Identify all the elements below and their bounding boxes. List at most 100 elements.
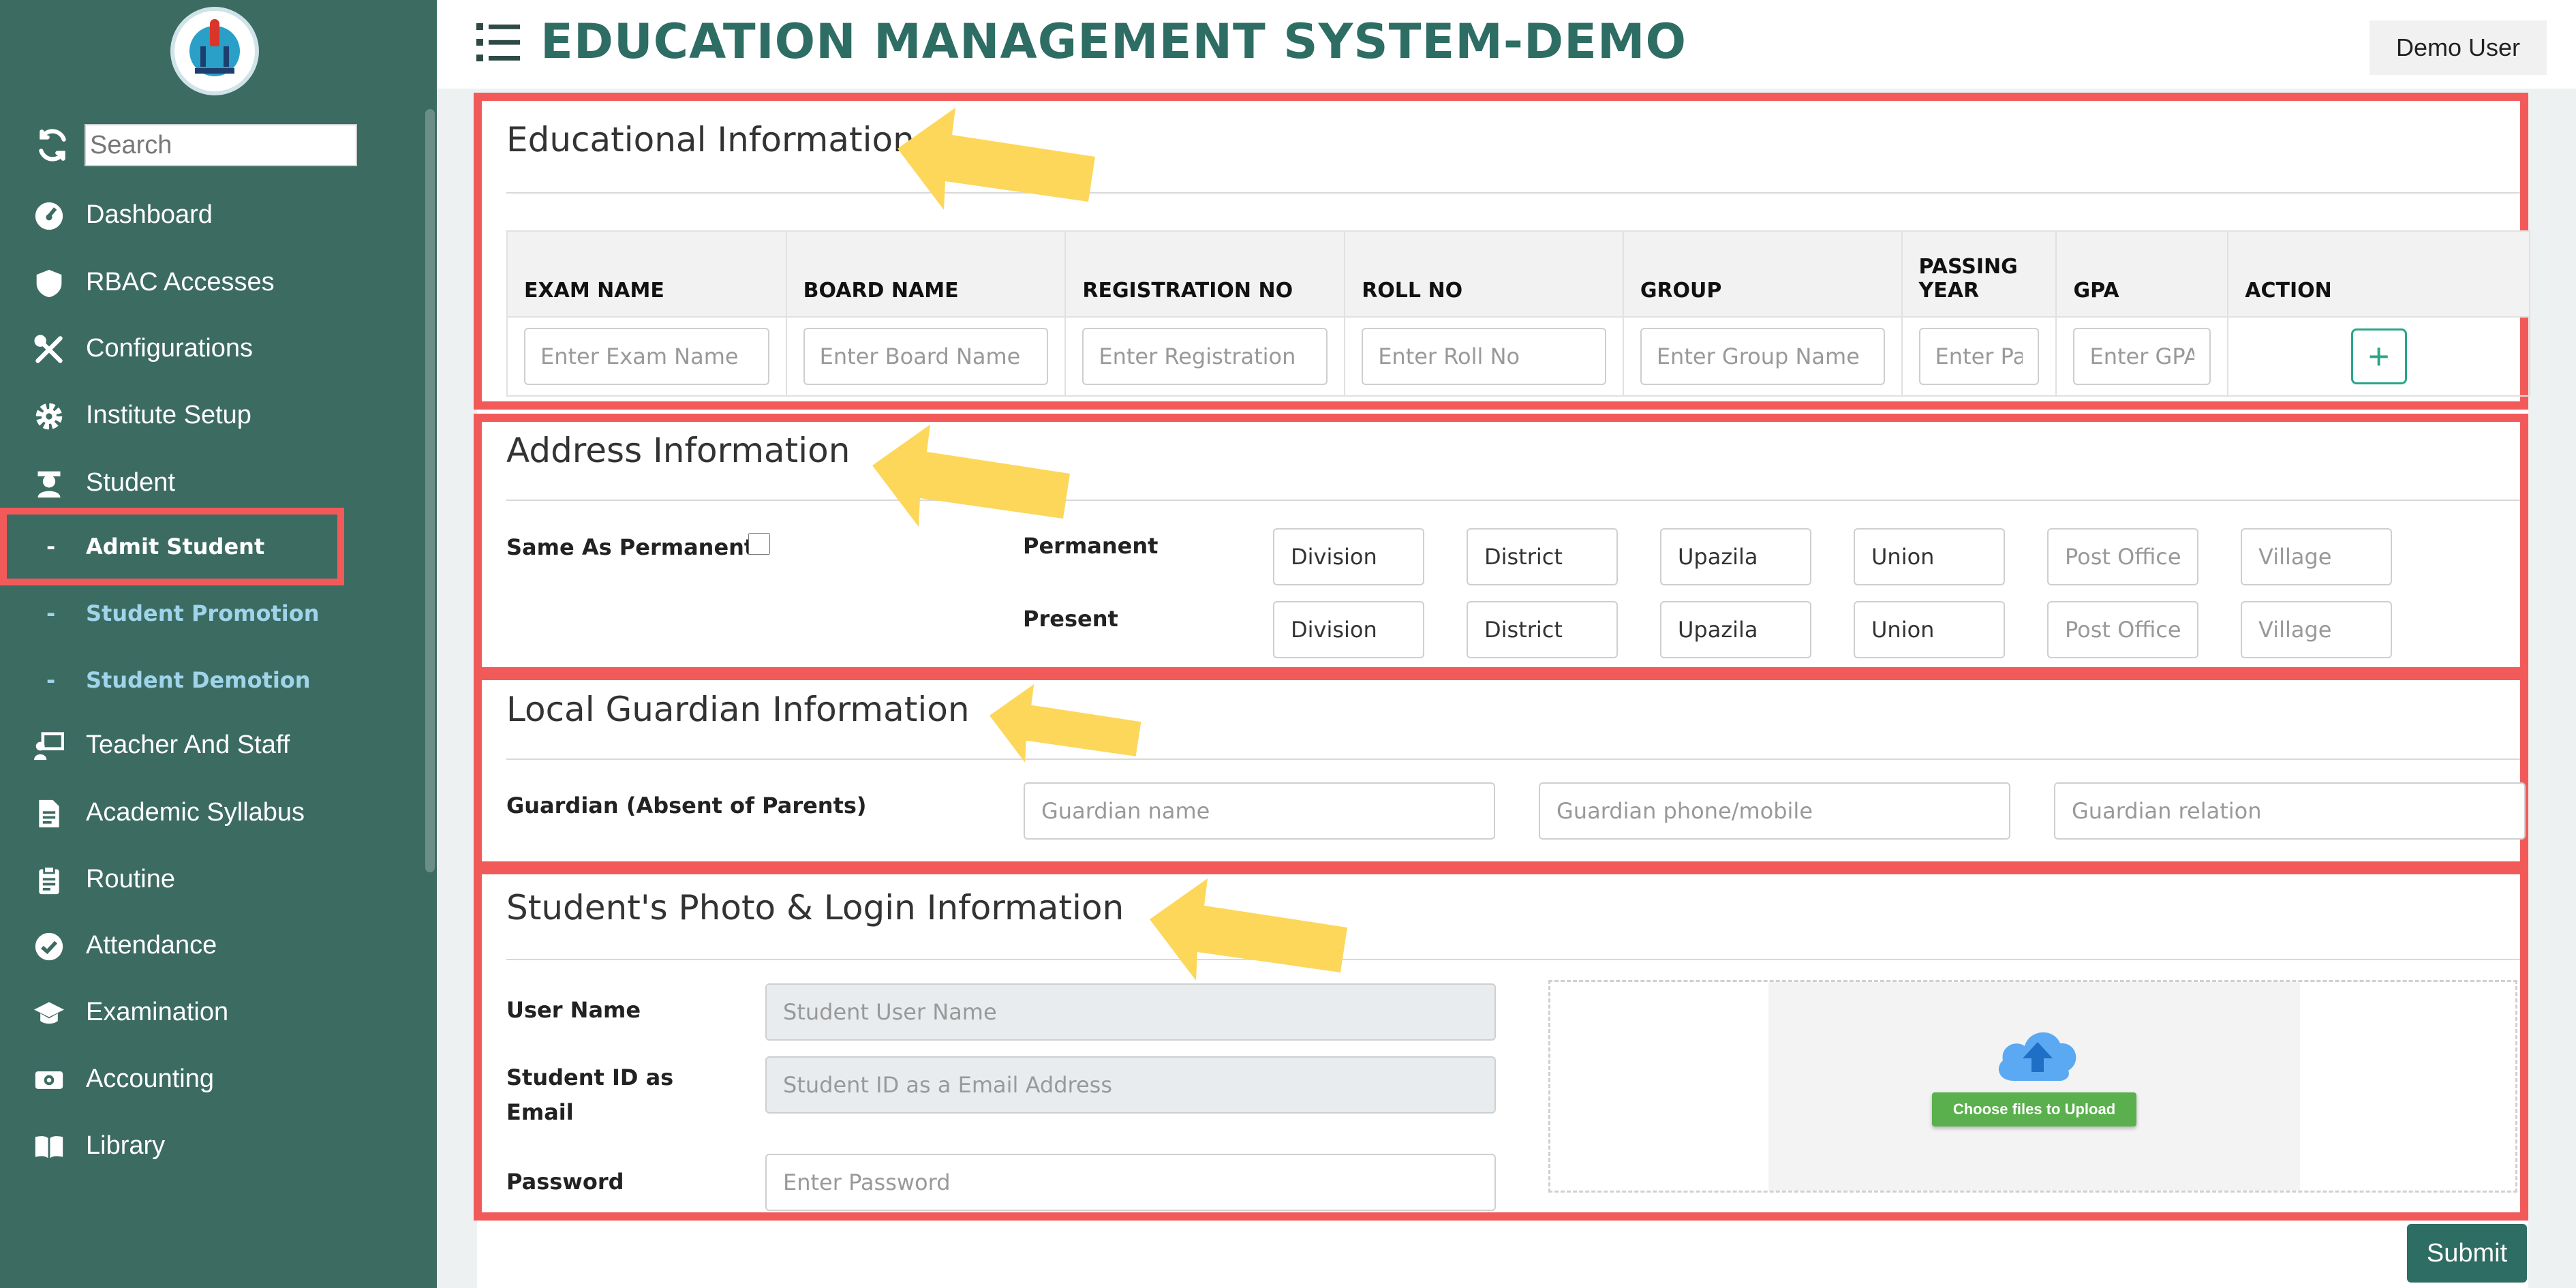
sidebar-item-label: Accounting	[86, 1064, 215, 1093]
add-row-button[interactable]: +	[2350, 328, 2407, 384]
passing-year-input[interactable]	[1918, 328, 2040, 385]
sidebar-item-label: RBAC Accesses	[86, 267, 275, 296]
sidebar-item-examination[interactable]: Examination	[0, 985, 437, 1039]
column-header: ROLL NO	[1344, 230, 1624, 318]
app-title: EDUCATION MANAGEMENT SYSTEM-DEMO	[540, 14, 1687, 70]
sub-item-label: Student Demotion	[86, 667, 311, 693]
gpa-input[interactable]	[2073, 328, 2211, 385]
sidebar-item-label: Library	[86, 1131, 166, 1160]
username-input[interactable]	[765, 983, 1496, 1041]
permanent-district-input[interactable]	[1467, 528, 1618, 585]
sidebar-item-label: Attendance	[86, 930, 217, 960]
sidebar-item-routine[interactable]: Routine	[0, 852, 437, 906]
table-row: +	[506, 316, 2530, 397]
sidebar-item-teacher-staff[interactable]: Teacher And Staff	[0, 718, 437, 772]
sidebar-subitem-student-promotion[interactable]: - Student Promotion	[0, 586, 437, 641]
guardian-name-input[interactable]	[1024, 782, 1495, 840]
section-divider	[506, 959, 2520, 960]
menu-list-icon[interactable]	[476, 22, 520, 63]
sidebar-item-institute-setup[interactable]: Institute Setup	[0, 388, 437, 442]
admit-student-highlight	[0, 508, 344, 585]
guardian-label: Guardian (Absent of Parents)	[506, 793, 867, 818]
sidebar-item-student[interactable]: Student	[0, 455, 437, 510]
sidebar-item-library[interactable]: Library	[0, 1118, 437, 1173]
search-row	[33, 121, 360, 169]
permanent-upazila-input[interactable]	[1660, 528, 1811, 585]
permanent-post-office-input[interactable]	[2047, 528, 2198, 585]
section-divider	[506, 192, 2520, 194]
username-label: User Name	[506, 997, 641, 1023]
callout-arrow-icon	[898, 108, 1095, 210]
present-post-office-input[interactable]	[2047, 601, 2198, 658]
section-divider	[506, 758, 2520, 760]
sidebar-item-configurations[interactable]: Configurations	[0, 321, 437, 375]
table-header-row: EXAM NAME BOARD NAME REGISTRATION NO ROL…	[506, 230, 2530, 318]
user-menu-button[interactable]: Demo User	[2370, 20, 2547, 75]
callout-arrow-icon	[990, 684, 1141, 763]
callout-arrow-icon	[872, 425, 1070, 527]
check-circle-icon	[35, 932, 63, 961]
permanent-division-input[interactable]	[1273, 528, 1424, 585]
column-header: ACTION	[2227, 230, 2530, 318]
section-divider	[506, 500, 2520, 501]
guardian-phone-input[interactable]	[1539, 782, 2010, 840]
callout-arrow-icon	[1150, 878, 1347, 981]
sidebar-scrollbar[interactable]	[425, 109, 435, 872]
sidebar-item-rbac[interactable]: RBAC Accesses	[0, 255, 437, 309]
group-name-input[interactable]	[1640, 328, 1885, 385]
present-union-input[interactable]	[1854, 601, 2005, 658]
refresh-icon[interactable]	[35, 128, 70, 162]
sidebar-item-dashboard[interactable]: Dashboard	[0, 187, 437, 242]
tools-icon	[34, 335, 63, 363]
column-header: GPA	[2055, 230, 2229, 318]
sidebar-item-attendance[interactable]: Attendance	[0, 918, 437, 972]
roll-no-input[interactable]	[1362, 328, 1606, 385]
sidebar-subitem-student-demotion[interactable]: - Student Demotion	[0, 653, 437, 707]
permanent-label: Permanent	[1023, 533, 1159, 559]
sidebar-item-label: Teacher And Staff	[86, 730, 290, 759]
permanent-village-input[interactable]	[2241, 528, 2392, 585]
teacher-icon	[34, 732, 64, 761]
sub-item-dash: -	[46, 600, 56, 626]
guardian-relation-input[interactable]	[2054, 782, 2526, 840]
sidebar-item-label: Examination	[86, 997, 229, 1026]
board-name-input[interactable]	[803, 328, 1049, 385]
dashboard-icon	[35, 202, 63, 230]
password-input[interactable]	[765, 1154, 1496, 1211]
present-division-input[interactable]	[1273, 601, 1424, 658]
present-village-input[interactable]	[2241, 601, 2392, 658]
money-icon	[35, 1071, 63, 1089]
clipboard-icon	[39, 865, 59, 895]
permanent-union-input[interactable]	[1854, 528, 2005, 585]
sub-item-label: Student Promotion	[86, 600, 320, 626]
gear-icon	[35, 403, 63, 430]
sub-item-dash: -	[46, 667, 56, 693]
registration-no-input[interactable]	[1082, 328, 1328, 385]
search-input[interactable]	[85, 124, 357, 166]
sidebar-item-accounting[interactable]: Accounting	[0, 1052, 437, 1106]
same-as-permanent-checkbox[interactable]	[748, 533, 770, 555]
same-as-permanent-label: Same As Permanent	[506, 534, 755, 560]
photo-upload-dropzone[interactable]: Choose files to Upload	[1548, 980, 2517, 1193]
student-id-email-label-line1: Student ID as	[506, 1064, 674, 1090]
sidebar: Dashboard RBAC Accesses Configurations I…	[0, 0, 437, 1288]
book-icon	[35, 1136, 63, 1159]
sidebar-item-label: Institute Setup	[86, 400, 251, 429]
student-id-email-input[interactable]	[765, 1056, 1496, 1114]
local-guardian-section: Local Guardian Information Guardian (Abs…	[474, 672, 2528, 870]
exam-name-input[interactable]	[524, 328, 769, 385]
student-id-email-label-line2: Email	[506, 1099, 574, 1125]
choose-files-button[interactable]: Choose files to Upload	[1932, 1092, 2136, 1126]
sidebar-item-academic-syllabus[interactable]: Academic Syllabus	[0, 785, 437, 840]
present-upazila-input[interactable]	[1660, 601, 1811, 658]
sidebar-item-label: Routine	[86, 864, 175, 893]
submit-button[interactable]: Submit	[2407, 1224, 2527, 1283]
sidebar-item-label: Configurations	[86, 333, 254, 363]
graduation-cap-icon	[34, 1002, 64, 1024]
section-title: Educational Information	[506, 120, 915, 159]
institute-logo[interactable]	[170, 7, 259, 95]
section-title: Student's Photo & Login Information	[506, 888, 1124, 927]
section-title: Local Guardian Information	[506, 690, 970, 729]
present-district-input[interactable]	[1467, 601, 1618, 658]
sidebar-item-label: Dashboard	[86, 200, 213, 229]
